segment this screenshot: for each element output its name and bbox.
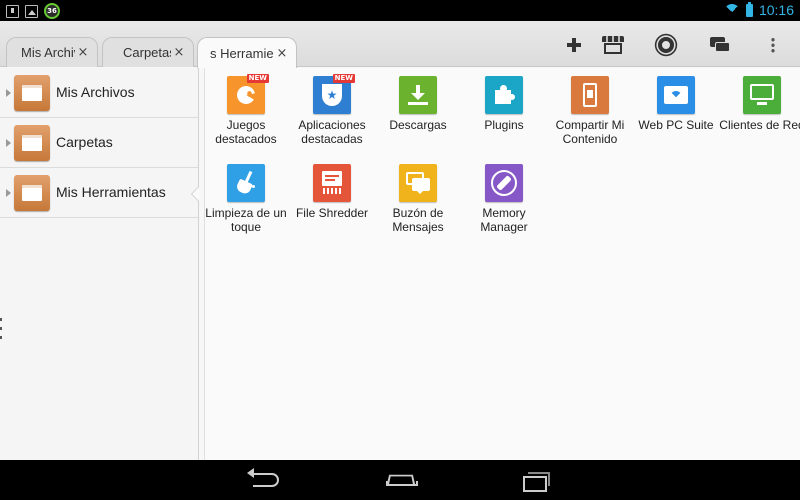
tool-label: Memory Manager (480, 206, 528, 234)
pacman-icon: NEW (227, 74, 269, 114)
gear-icon (658, 37, 674, 53)
shredder-icon (313, 164, 351, 202)
expand-arrow-icon[interactable] (6, 189, 11, 197)
plus-icon (567, 38, 581, 52)
tool-file-shredder[interactable]: File Shredder (289, 164, 375, 220)
home-button[interactable] (380, 468, 420, 492)
tool-label: Plugins (484, 118, 524, 132)
new-badge: NEW (246, 74, 269, 83)
phone-share-icon (571, 76, 609, 114)
store-icon (602, 36, 624, 54)
tool-aplicaciones-destacadas[interactable]: ★ NEW Aplicaciones destacadas (289, 74, 375, 146)
battery-icon (745, 1, 753, 17)
folder-icon (14, 175, 50, 211)
tab-mis-archivos[interactable]: Mis Archivos × (6, 37, 98, 67)
tool-clientes-de-red[interactable]: Clientes de Red (719, 76, 800, 132)
tab-label: s Herramie (210, 45, 274, 61)
tool-limpieza-de-un-toque[interactable]: Limpieza de un toque (203, 164, 289, 234)
tab-label: Carpetas (123, 45, 171, 60)
scroll-indicator (0, 318, 3, 345)
system-nav-bar (0, 460, 800, 500)
tool-compartir-mi-contenido[interactable]: Compartir Mi Contenido (547, 76, 633, 146)
tool-web-pc-suite[interactable]: Web PC Suite (633, 76, 719, 132)
new-badge: NEW (332, 74, 355, 83)
folder-icon (14, 75, 50, 111)
overflow-menu-button[interactable] (758, 31, 788, 59)
tab-close-icon[interactable]: × (274, 46, 290, 61)
folder-icon (14, 125, 50, 161)
expand-arrow-icon[interactable] (6, 89, 11, 97)
tab-bar: Mis Archivos × Carpetas × s Herramie × (0, 21, 800, 68)
sidebar-item-mis-herramientas[interactable]: Mis Herramientas (0, 168, 199, 218)
image-notification-icon (25, 4, 38, 18)
wifi-icon (723, 4, 740, 16)
chat-icon (710, 37, 730, 53)
home-icon (386, 474, 418, 486)
tab-close-icon[interactable]: × (75, 45, 91, 60)
wifi-folder-icon (657, 76, 695, 114)
tool-label: Web PC Suite (638, 118, 714, 132)
recent-apps-icon (523, 472, 550, 492)
tool-memory-manager[interactable]: Memory Manager (461, 164, 547, 234)
tab-mis-herramientas[interactable]: s Herramie × (197, 37, 297, 68)
notification-count-badge: 36 (44, 3, 60, 19)
puzzle-icon (485, 76, 523, 114)
settings-button[interactable] (651, 31, 681, 59)
tool-label: Buzón de Mensajes (392, 206, 444, 234)
sidebar-item-mis-archivos[interactable]: Mis Archivos (0, 68, 198, 118)
tool-label: File Shredder (295, 206, 369, 220)
tool-juegos-destacados[interactable]: NEW Juegos destacados (203, 74, 289, 146)
sidebar-item-label: Mis Herramientas (56, 184, 166, 200)
tool-plugins[interactable]: Plugins (461, 76, 547, 132)
monitor-icon (743, 76, 781, 114)
expand-arrow-icon[interactable] (6, 139, 11, 147)
status-bar: 36 10:16 (0, 0, 800, 21)
sidebar-item-label: Mis Archivos (56, 84, 135, 100)
recent-apps-button[interactable] (516, 468, 556, 492)
download-notification-icon (6, 4, 19, 18)
app-store-button[interactable] (598, 31, 628, 59)
memory-icon (485, 164, 523, 202)
tool-buzon-de-mensajes[interactable]: Buzón de Mensajes (375, 164, 461, 234)
tab-close-icon[interactable]: × (171, 45, 187, 60)
tool-descargas[interactable]: Descargas (375, 76, 461, 132)
tool-label: Compartir Mi Contenido (555, 118, 625, 146)
sidebar: Mis Archivos Carpetas Mis Herramientas (0, 68, 199, 460)
tool-label: Limpieza de un toque (205, 206, 287, 234)
back-button[interactable] (246, 468, 286, 492)
back-icon (247, 468, 279, 487)
star-shield-icon: ★ NEW (313, 74, 355, 114)
tab-carpetas[interactable]: Carpetas × (102, 37, 194, 67)
tab-label: Mis Archivos (21, 45, 75, 60)
broom-icon (227, 164, 265, 202)
message-box-icon (399, 164, 437, 202)
download-icon (399, 76, 437, 114)
tool-label: Aplicaciones destacadas (298, 118, 366, 146)
tool-label: Descargas (389, 118, 447, 132)
app-window: Mis Archivos × Carpetas × s Herramie × (0, 21, 800, 460)
sidebar-item-label: Carpetas (56, 134, 113, 150)
new-tab-button[interactable] (559, 31, 589, 59)
selected-pointer (191, 186, 199, 202)
more-vertical-icon (771, 37, 775, 53)
tool-label: Clientes de Red (719, 118, 800, 132)
clock: 10:16 (758, 2, 794, 18)
tool-label: Juegos destacados (215, 118, 277, 146)
sidebar-item-carpetas[interactable]: Carpetas (0, 118, 198, 168)
messages-button[interactable] (705, 31, 735, 59)
tools-grid: NEW Juegos destacados ★ NEW Aplicaciones… (204, 68, 800, 460)
